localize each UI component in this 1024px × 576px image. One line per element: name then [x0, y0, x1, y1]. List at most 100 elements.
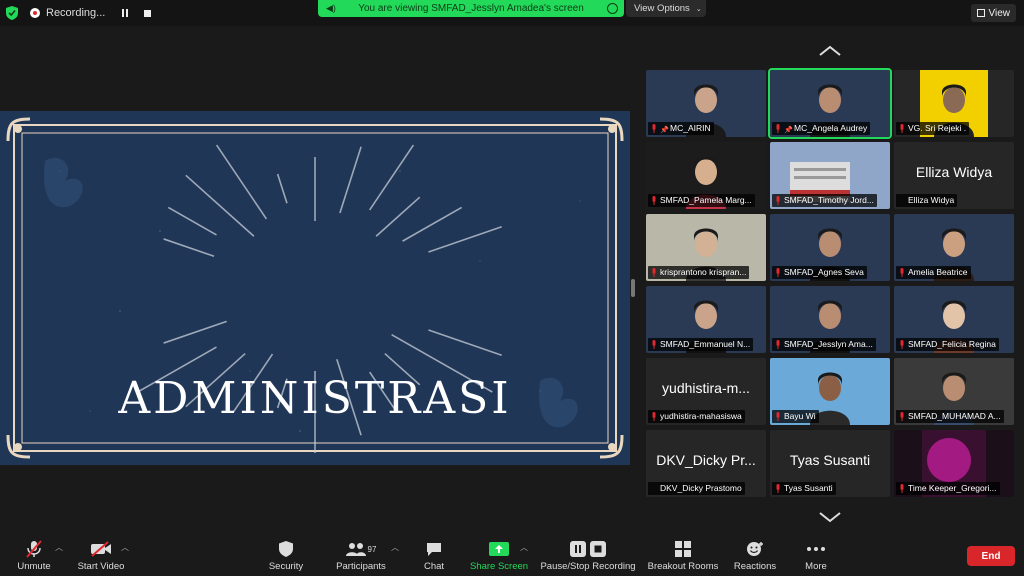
participant-tile[interactable]: SMFAD_Agnes Seva [770, 214, 890, 281]
slide-ray [339, 146, 362, 214]
more-label: More [805, 561, 827, 572]
breakout-rooms-icon [675, 540, 691, 558]
pause-icon [122, 9, 129, 17]
participant-name-label: Bayu Wi [772, 410, 819, 423]
security-button[interactable]: Security [266, 540, 306, 572]
participant-display-name: yudhistira-m... [662, 380, 750, 396]
recording-indicator: Recording... [24, 3, 111, 23]
stop-share-icon[interactable] [607, 3, 618, 14]
stop-recording-button[interactable] [139, 5, 155, 21]
chevron-down-icon[interactable] [816, 510, 844, 524]
chevron-up-icon[interactable] [816, 44, 844, 58]
participant-tile[interactable]: Bayu Wi [770, 358, 890, 425]
muted-mic-icon [776, 268, 780, 277]
participant-gallery: MC_AIRIN 📌 MC_Angela Audrey 📌 VG. Sri Rejeki… [646, 42, 1018, 528]
participant-name-label: SMFAD_Felicia Regina [896, 338, 999, 351]
muted-mic-icon [900, 268, 904, 277]
muted-mic-icon [652, 340, 656, 349]
pause-recording-button[interactable] [117, 5, 133, 21]
participant-name-label: yudhistira-mahasiswa [648, 410, 745, 423]
participant-tile[interactable]: VG. Sri Rejeki . [894, 70, 1014, 137]
audio-options-caret-icon[interactable]: ︿ [55, 542, 63, 553]
participant-tile[interactable]: Amelia Beatrice [894, 214, 1014, 281]
end-meeting-button[interactable]: End [967, 546, 1015, 566]
recording-icons-group [570, 540, 606, 558]
view-button-label: View [988, 7, 1011, 19]
participant-name-label: SMFAD_Pamela Marg... [648, 194, 755, 207]
participant-tile[interactable]: krisprantono krispran... [646, 214, 766, 281]
reactions-button[interactable]: Reactions [733, 540, 777, 572]
breakout-rooms-button[interactable]: Breakout Rooms [647, 540, 719, 572]
participant-tile[interactable]: SMFAD_Emmanuel N... [646, 286, 766, 353]
muted-mic-icon [900, 484, 904, 493]
participants-icon-group: 97 [345, 540, 376, 558]
muted-mic-icon [776, 484, 780, 493]
participant-tile[interactable]: MC_Angela Audrey 📌 [768, 68, 892, 139]
participant-name-label: MC_Angela Audrey 📌 [772, 122, 871, 135]
breakout-rooms-label: Breakout Rooms [647, 561, 719, 572]
participants-caret-icon[interactable]: ︿ [391, 542, 399, 553]
start-video-label: Start Video [77, 561, 125, 572]
participant-name-label: Amelia Beatrice [896, 266, 971, 279]
chat-button[interactable]: Chat [419, 540, 449, 572]
participant-tile[interactable]: Tyas Susanti Tyas Susanti [770, 430, 890, 497]
pin-icon: 📌 [784, 127, 793, 134]
slide-ray [276, 173, 288, 204]
participant-tile[interactable]: DKV_Dicky Pr... DKV_Dicky Prastomo [646, 430, 766, 497]
speaker-icon: ◀) [326, 3, 336, 13]
participant-tile[interactable]: SMFAD_Timothy Jord... [770, 142, 890, 209]
shield-icon[interactable] [6, 6, 18, 20]
participant-tile[interactable]: yudhistira-m... yudhistira-mahasiswa [646, 358, 766, 425]
shared-screen: ADMINISTRASI [0, 111, 630, 465]
muted-mic-icon [900, 340, 904, 349]
participant-display-name: Elliza Widya [915, 164, 993, 180]
participant-tile[interactable]: SMFAD_MUHAMAD A... [894, 358, 1014, 425]
more-dots-icon [807, 540, 825, 558]
muted-mic-icon [776, 196, 780, 205]
slide-ray [167, 206, 217, 236]
people-icon [345, 543, 366, 556]
slide-ray [428, 226, 502, 253]
muted-mic-icon [776, 340, 780, 349]
splitter-handle[interactable] [631, 279, 635, 297]
muted-mic-icon [652, 124, 656, 133]
participant-name-label: MC_AIRIN 📌 [648, 122, 714, 135]
share-screen-icon [489, 540, 509, 558]
participants-label: Participants [336, 561, 386, 572]
security-label: Security [268, 561, 304, 572]
video-options-caret-icon[interactable]: ︿ [121, 542, 129, 553]
slide-ray [428, 329, 502, 356]
slide-title: ADMINISTRASI [118, 373, 512, 424]
participant-display-name: DKV_Dicky Pr... [656, 452, 756, 468]
video-off-icon [90, 540, 112, 558]
slide-ray [163, 238, 215, 258]
muted-mic-icon [652, 412, 656, 421]
slide-ray [402, 206, 463, 242]
view-options-button[interactable]: View Options ⌄ [626, 0, 706, 17]
participant-tile[interactable]: MC_AIRIN 📌 [646, 70, 766, 137]
pause-stop-recording-button[interactable]: Pause/Stop Recording [540, 540, 636, 572]
slide-ray [215, 144, 268, 220]
chat-bubble-icon [426, 540, 442, 558]
participant-tile[interactable]: Time Keeper_Gregori... [894, 430, 1014, 497]
participant-tile[interactable]: SMFAD_Jesslyn Ama... [770, 286, 890, 353]
participant-tile[interactable]: SMFAD_Pamela Marg... [646, 142, 766, 209]
participant-name-label: krisprantono krispran... [648, 266, 750, 279]
more-button[interactable]: More [802, 540, 830, 572]
start-video-button[interactable]: Start Video [76, 540, 126, 572]
participant-tile[interactable]: Elliza Widya Elliza Widya [894, 142, 1014, 209]
participant-tile[interactable]: SMFAD_Felicia Regina [894, 286, 1014, 353]
participant-name-label: SMFAD_Timothy Jord... [772, 194, 877, 207]
reactions-label: Reactions [733, 561, 777, 572]
participant-name-label: VG. Sri Rejeki . [896, 122, 970, 135]
meeting-toolbar: Unmute ︿ Start Video ︿ Security 97 Parti… [0, 536, 1024, 576]
muted-mic-icon [652, 196, 656, 205]
share-options-caret-icon[interactable]: ︿ [520, 542, 528, 553]
participants-button[interactable]: 97 Participants [334, 540, 388, 572]
shield-icon [279, 540, 293, 558]
unmute-button[interactable]: Unmute [15, 540, 53, 572]
view-button[interactable]: View [970, 4, 1016, 22]
grid-view-icon [976, 9, 985, 17]
slide-ray [369, 144, 415, 211]
participant-name-label: DKV_Dicky Prastomo [648, 482, 745, 495]
